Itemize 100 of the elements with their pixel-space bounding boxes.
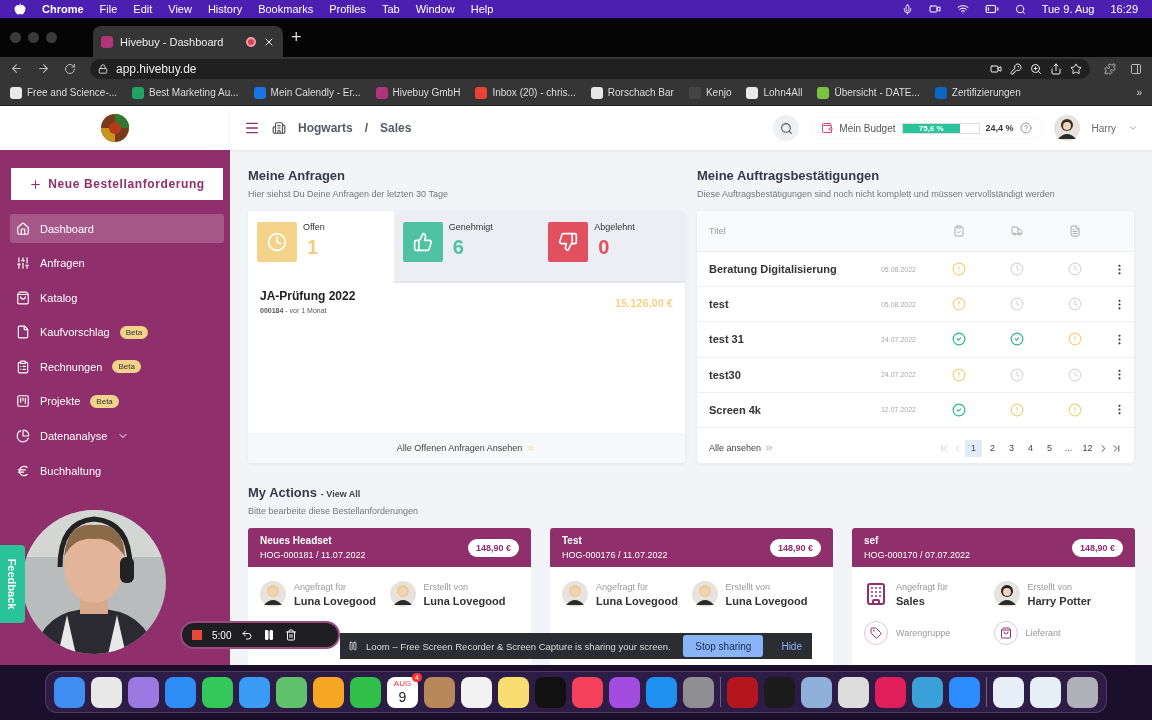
app-icon[interactable]: [801, 676, 832, 708]
bookmark[interactable]: Inbox (20) - chris...: [475, 86, 576, 99]
new-tab-button[interactable]: +: [291, 27, 302, 48]
camera-icon[interactable]: [928, 3, 941, 15]
wifi-icon[interactable]: [956, 3, 969, 15]
app-icon[interactable]: [498, 676, 529, 708]
back-icon[interactable]: [10, 62, 23, 75]
recording-icon: [246, 36, 256, 47]
action-card[interactable]: sef HOG-000170 / 07.07.2022 148,90 € Angefragt für Sales Erstellt von Harry Potter Warengruppe Lieferant: [852, 528, 1135, 665]
menu-item[interactable]: View: [168, 3, 192, 15]
app-icon[interactable]: [91, 676, 122, 708]
field-label: Angefragt für: [596, 581, 650, 592]
view-all-link[interactable]: Alle Offenen Anfragen Ansehen: [396, 443, 523, 453]
view-all-link[interactable]: Alle ansehen: [709, 443, 762, 453]
status-tab[interactable]: Abgelehnt 0: [539, 211, 685, 283]
request-title[interactable]: JA-Prüfung 2022: [260, 289, 356, 303]
breadcrumb-link[interactable]: Hogwarts: [298, 121, 353, 135]
menu-item[interactable]: File: [99, 3, 118, 15]
table-cell[interactable]: test30: [709, 368, 860, 381]
app-icon[interactable]: [993, 676, 1024, 708]
sidebar-item[interactable]: Katalog: [10, 283, 224, 313]
address-field[interactable]: app.hivebuy.de: [90, 58, 1090, 79]
app-icon[interactable]: [461, 676, 492, 708]
bookmark[interactable]: Übersicht - DATE...: [817, 86, 920, 99]
more-bookmarks-button[interactable]: »: [1136, 87, 1142, 98]
menu-item[interactable]: Help: [470, 3, 494, 15]
app-icon[interactable]: [313, 676, 344, 708]
pause-icon[interactable]: [263, 629, 276, 641]
bookmark[interactable]: Free and Science-...: [10, 86, 118, 99]
star-icon[interactable]: [1070, 62, 1082, 75]
bookmark[interactable]: Hivebuy GmbH: [375, 86, 461, 99]
table-cell[interactable]: Beratung Digitalisierung: [709, 263, 860, 276]
page-button[interactable]: 4: [1022, 439, 1039, 457]
table-cell[interactable]: Screen 4k: [709, 403, 860, 416]
extensions-icon[interactable]: [1104, 62, 1116, 75]
page-button[interactable]: 1: [965, 439, 982, 457]
sidebar-item[interactable]: Kaufvorschlag Beta: [10, 317, 224, 347]
user-name[interactable]: Harry: [1091, 122, 1116, 134]
side-panel-icon[interactable]: [1130, 62, 1142, 75]
bookmark[interactable]: Zertifizierungen: [934, 86, 1021, 99]
sidebar-item[interactable]: Buchhaltung: [10, 456, 224, 486]
menu-item[interactable]: Chrome: [42, 3, 84, 15]
trash-icon[interactable]: [285, 629, 298, 641]
browser-tab[interactable]: Hivebuy - Dashboard: [93, 26, 283, 57]
forward-icon[interactable]: [37, 62, 50, 75]
page-button[interactable]: 5: [1041, 439, 1058, 457]
bookmark[interactable]: Rorschach Bar: [590, 86, 674, 99]
status-tab[interactable]: Offen 1: [248, 211, 394, 283]
menu-item[interactable]: Edit: [133, 3, 153, 15]
table-cell[interactable]: test 31: [709, 333, 860, 346]
search-button[interactable]: [773, 115, 800, 141]
menu-item[interactable]: Tab: [381, 3, 400, 15]
breadcrumb-link[interactable]: Sales: [380, 121, 412, 135]
card-reference: HOG-000176 / 11.07.2022: [562, 550, 668, 560]
page-button[interactable]: 2: [984, 439, 1001, 457]
sidebar-item[interactable]: Datenanalyse: [10, 421, 224, 451]
stop-sharing-button[interactable]: Stop sharing: [683, 635, 764, 657]
sidebar-item[interactable]: Rechnungen Beta: [10, 352, 224, 382]
menu-date[interactable]: Tue 9. Aug: [1041, 3, 1095, 15]
zoom-icon[interactable]: [1030, 62, 1042, 75]
page-button[interactable]: ...: [1060, 439, 1077, 457]
app-icon[interactable]: [1030, 676, 1061, 708]
page-button[interactable]: 3: [1003, 439, 1020, 457]
sidebar-item[interactable]: Dashboard: [10, 214, 224, 243]
hide-button[interactable]: Hide: [771, 640, 812, 652]
app-icon[interactable]: [202, 676, 233, 708]
share-icon[interactable]: [1050, 62, 1062, 75]
last-page-icon[interactable]: [1111, 442, 1122, 454]
table-cell[interactable]: test: [709, 298, 860, 311]
app-icon[interactable]: [838, 676, 869, 708]
bookmark[interactable]: Kenjo: [688, 86, 732, 99]
search-icon[interactable]: [1014, 3, 1026, 15]
view-all-link[interactable]: - View All: [320, 489, 361, 499]
sidebar-item[interactable]: Anfragen: [10, 248, 224, 278]
bookmark[interactable]: Best Marketing Au...: [132, 86, 239, 99]
page-button[interactable]: 12: [1079, 439, 1096, 457]
menu-item[interactable]: History: [207, 3, 243, 15]
menu-item[interactable]: Bookmarks: [258, 3, 314, 15]
status-tab[interactable]: Genehmigt 6: [393, 211, 540, 283]
microphone-icon[interactable]: [901, 3, 913, 15]
app-icon[interactable]: [276, 676, 307, 708]
sidebar-label: Projekte: [40, 395, 81, 408]
camera-icon[interactable]: [990, 62, 1002, 75]
undo-icon[interactable]: [241, 629, 254, 641]
app-icon[interactable]: [350, 676, 381, 708]
reload-icon[interactable]: [64, 62, 76, 75]
menu-item[interactable]: Window: [415, 3, 455, 15]
new-request-button[interactable]: Neue Bestellanforderung: [11, 168, 223, 200]
sidebar-item[interactable]: Projekte Beta: [10, 386, 224, 416]
key-icon[interactable]: [1010, 62, 1022, 75]
battery-icon[interactable]: [984, 2, 999, 16]
thumbs-up-icon: [402, 222, 443, 262]
menu-icon[interactable]: [244, 120, 260, 136]
menu-item[interactable]: Profiles: [329, 3, 366, 15]
menu-time[interactable]: 16:29: [1110, 3, 1138, 15]
apple-icon[interactable]: [14, 3, 26, 15]
logo[interactable]: [101, 114, 129, 142]
bookmark[interactable]: Lohn4All: [746, 86, 803, 99]
app-icon[interactable]: [1067, 676, 1098, 708]
bookmark[interactable]: Mein Calendly - Er...: [253, 86, 361, 99]
